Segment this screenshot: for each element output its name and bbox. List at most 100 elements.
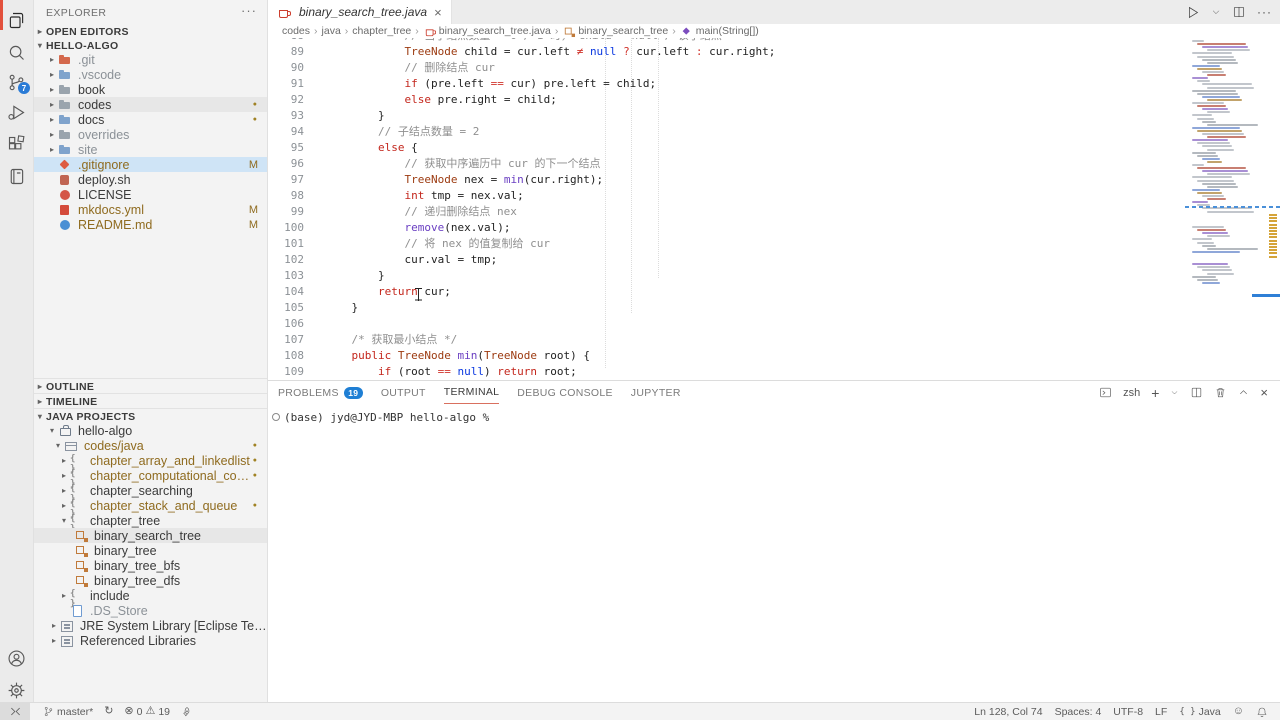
tree-item-README.md[interactable]: README.mdM [34, 217, 267, 232]
panel-tab-problems[interactable]: PROBLEMS19 [278, 381, 363, 404]
eol-sequence[interactable]: LF [1155, 706, 1167, 718]
tree-item-binary_tree[interactable]: binary_tree [34, 543, 267, 558]
split-terminal-icon[interactable] [1190, 386, 1203, 399]
tree-item-deploy.sh[interactable]: deploy.sh [34, 172, 267, 187]
project-section-label: HELLO-ALGO [46, 40, 118, 52]
open-editors-section[interactable]: ▸ OPEN EDITORS [34, 24, 267, 39]
tree-item-ReferencedLibraries[interactable]: ▸Referenced Libraries [34, 633, 267, 648]
overview-ruler[interactable] [1266, 38, 1280, 380]
class-sym-icon [74, 544, 89, 557]
notebook-icon[interactable] [0, 162, 33, 190]
breadcrumb-item-chapter_tree[interactable]: chapter_tree [352, 25, 411, 37]
tree-item-.git[interactable]: ▸.git [34, 52, 267, 67]
tree-item-label: chapter_stack_and_queue [90, 499, 237, 513]
breadcrumb-item-java[interactable]: java [322, 25, 341, 37]
new-terminal-icon[interactable]: + [1151, 385, 1159, 401]
tree-item-JRESystemLibraryEclipseTemurin1717...[interactable]: ▸JRE System Library [Eclipse Temurin 17 … [34, 618, 267, 633]
remote-indicator[interactable] [0, 703, 30, 720]
settings-gear-icon[interactable] [0, 676, 33, 704]
panel-tab-debug-console[interactable]: DEBUG CONSOLE [517, 381, 613, 404]
code-editor[interactable]: 88 // 当子结点数量 = 0 / 1 时， child = null / 该… [268, 38, 1280, 380]
tree-item-overrides[interactable]: ▸overrides [34, 127, 267, 142]
tree-item-chapter_computational_complexity[interactable]: ▸chapter_computational_complexity● [34, 468, 267, 483]
tab-close-icon[interactable]: × [434, 5, 442, 20]
timeline-section[interactable]: ▸ TIMELINE [34, 393, 267, 409]
maximize-panel-chevron-icon[interactable] [1238, 387, 1249, 398]
cursor-position[interactable]: Ln 128, Col 74 [974, 706, 1042, 718]
tree-item-include[interactable]: ▸include [34, 588, 267, 603]
tree-item-chapter_tree[interactable]: ▾chapter_tree [34, 513, 267, 528]
breadcrumb-item-mainString[interactable]: main(String[]) [680, 25, 759, 38]
close-panel-icon[interactable]: × [1260, 385, 1268, 400]
tree-item-LICENSE[interactable]: LICENSE [34, 187, 267, 202]
warning-count: 19 [158, 706, 170, 718]
terminal-profile-icon[interactable] [1099, 386, 1112, 399]
more-actions-icon[interactable]: ··· [1257, 5, 1272, 19]
problems-badge: 19 [344, 387, 363, 399]
breadcrumb-item-binary_search_tree[interactable]: binary_search_tree [562, 25, 668, 38]
code-line-108: 108 public TreeNode min(TreeNode root) { [268, 348, 1184, 364]
language-label: Java [1199, 706, 1221, 718]
tab-binary-search-tree[interactable]: binary_search_tree.java × [268, 0, 452, 24]
language-mode[interactable]: { } Java [1179, 706, 1220, 718]
tree-item-.DS_Store[interactable]: .DS_Store [34, 603, 267, 618]
terminal-dropdown-chevron-icon[interactable] [1170, 388, 1179, 397]
source-control-icon[interactable]: 7 [0, 68, 33, 96]
tree-item-book[interactable]: ▸book [34, 82, 267, 97]
braces-icon [70, 454, 85, 467]
breadcrumb-item-codes[interactable]: codes [282, 25, 310, 37]
tree-item-binary_tree_dfs[interactable]: binary_tree_dfs [34, 573, 267, 588]
java-lightweight-rocket-icon[interactable] [181, 706, 193, 718]
tree-item-.gitignore[interactable]: .gitignoreM [34, 157, 267, 172]
tree-item-chapter_searching[interactable]: ▸chapter_searching [34, 483, 267, 498]
line-source: } [325, 300, 358, 316]
outline-section[interactable]: ▸ OUTLINE [34, 378, 267, 394]
breadcrumb-item-binary_search_tree.java[interactable]: binary_search_tree.java [423, 25, 551, 38]
braces-icon [70, 469, 85, 482]
project-section[interactable]: ▾ HELLO-ALGO [34, 38, 267, 53]
java-projects-section[interactable]: ▾ JAVA PROJECTS [34, 408, 267, 424]
tree-item-codes[interactable]: ▸codes● [34, 97, 267, 112]
terminal-prompt[interactable]: (base) jyd@JYD-MBP hello-algo % [284, 411, 489, 424]
account-icon[interactable] [0, 644, 33, 672]
panel-tab-terminal[interactable]: TERMINAL [444, 381, 500, 404]
split-editor-icon[interactable] [1232, 5, 1246, 19]
notifications-bell-icon[interactable] [1256, 706, 1268, 718]
breadcrumb-separator: › [345, 25, 349, 37]
feedback-smiley-icon[interactable]: ☺ [1233, 706, 1244, 717]
extensions-icon[interactable] [0, 130, 33, 158]
line-source: // 将 nex 的值复制给 cur [325, 236, 550, 252]
tree-item-hello-algo[interactable]: ▾hello-algo [34, 423, 267, 438]
tree-item-docs[interactable]: ▸docs● [34, 112, 267, 127]
tree-item-chapter_stack_and_queue[interactable]: ▸chapter_stack_and_queue● [34, 498, 267, 513]
panel-tab-jupyter[interactable]: JUPYTER [631, 381, 681, 404]
encoding[interactable]: UTF-8 [1113, 706, 1143, 718]
explorer-icon[interactable] [0, 6, 33, 34]
line-number: 107 [268, 332, 304, 348]
tree-item-codesjava[interactable]: ▾codes/java● [34, 438, 267, 453]
search-icon[interactable] [0, 38, 33, 66]
kill-terminal-trash-icon[interactable] [1214, 386, 1227, 399]
minimap[interactable] [1192, 40, 1258, 370]
explorer-sidebar: EXPLORER ··· ▸ OPEN EDITORS ▾ HELLO-ALGO… [34, 0, 268, 703]
tree-item-mkdocs.yml[interactable]: mkdocs.ymlM [34, 202, 267, 217]
tree-item-binary_search_tree[interactable]: binary_search_tree [34, 528, 267, 543]
bottom-panel: PROBLEMS19 OUTPUT TERMINAL DEBUG CONSOLE JUP… [268, 380, 1280, 703]
run-button[interactable] [1185, 5, 1200, 20]
tree-item-.vscode[interactable]: ▸.vscode [34, 67, 267, 82]
tree-item-binary_tree_bfs[interactable]: binary_tree_bfs [34, 558, 267, 573]
git-branch-status[interactable]: master* [43, 706, 93, 718]
modified-dot: ● [253, 502, 257, 509]
run-dropdown-chevron-icon[interactable] [1211, 7, 1221, 17]
run-and-debug-icon[interactable] [0, 98, 33, 126]
tree-item-chapter_array_and_linkedlist[interactable]: ▸chapter_array_and_linkedlist● [34, 453, 267, 468]
code-line-103: 103 } [268, 268, 1184, 284]
panel-tab-output[interactable]: OUTPUT [381, 381, 426, 404]
sidebar-more-actions-icon[interactable]: ··· [241, 3, 257, 18]
tree-item-site[interactable]: ▸site [34, 142, 267, 157]
editor-group: binary_search_tree.java × ··· codes › java… [268, 0, 1280, 380]
sync-status[interactable]: ↻ [104, 706, 113, 717]
indentation[interactable]: Spaces: 4 [1055, 706, 1102, 718]
problems-status[interactable]: ⊗ 0 ⚠ 19 [124, 706, 170, 718]
terminal-shell-label[interactable]: zsh [1123, 387, 1140, 399]
